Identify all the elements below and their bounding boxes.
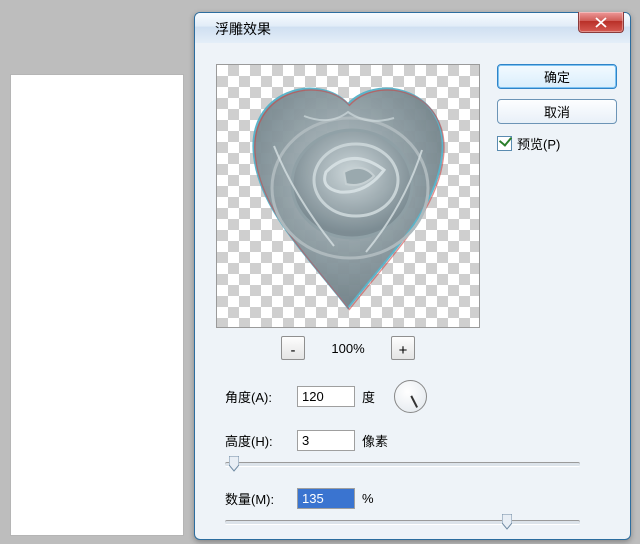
amount-slider-thumb[interactable] [502, 514, 512, 530]
minus-icon: - [291, 344, 296, 357]
close-button[interactable] [578, 12, 624, 33]
document-canvas [11, 75, 183, 535]
slider-track [225, 520, 580, 525]
titlebar: 浮雕效果 [195, 13, 630, 43]
emboss-dialog: 浮雕效果 [194, 12, 631, 540]
preview-toggle-row: 预览(P) [497, 134, 615, 153]
angle-dial[interactable] [394, 380, 427, 413]
height-unit: 像素 [362, 431, 388, 450]
slider-track [225, 462, 580, 467]
cancel-label: 取消 [544, 102, 570, 121]
ok-button[interactable]: 确定 [497, 64, 617, 89]
angle-row: 角度(A): 度 [225, 383, 602, 409]
angle-input[interactable] [297, 386, 355, 407]
zoom-out-button[interactable]: - [281, 336, 305, 360]
dialog-body: - 100% + 确定 取消 预览(P) 角度(A): 度 高度(H): [203, 47, 622, 531]
zoom-controls: - 100% + [216, 336, 480, 360]
amount-row: 数量(M): % [225, 485, 602, 511]
ok-label: 确定 [544, 67, 570, 86]
amount-label: 数量(M): [225, 489, 290, 508]
height-row: 高度(H): 像素 [225, 427, 602, 453]
height-slider[interactable] [225, 455, 580, 471]
zoom-value: 100% [323, 341, 373, 356]
amount-unit: % [362, 491, 374, 506]
amount-slider[interactable] [225, 513, 580, 529]
zoom-in-button[interactable]: + [391, 336, 415, 360]
angle-label: 角度(A): [225, 387, 290, 406]
height-input[interactable] [297, 430, 355, 451]
angle-unit: 度 [362, 387, 375, 406]
height-label: 高度(H): [225, 431, 290, 450]
plus-icon: + [399, 344, 408, 357]
preview-checkbox[interactable] [497, 136, 512, 151]
dialog-title: 浮雕效果 [215, 19, 271, 39]
dialog-buttons: 确定 取消 预览(P) [497, 64, 615, 153]
amount-input[interactable] [297, 488, 355, 509]
cancel-button[interactable]: 取消 [497, 99, 617, 124]
preview-panel[interactable] [216, 64, 480, 328]
preview-image [217, 65, 479, 327]
close-icon [595, 17, 607, 28]
height-slider-thumb[interactable] [229, 456, 239, 472]
preview-checkbox-label: 预览(P) [517, 134, 560, 153]
dial-needle [410, 396, 417, 408]
